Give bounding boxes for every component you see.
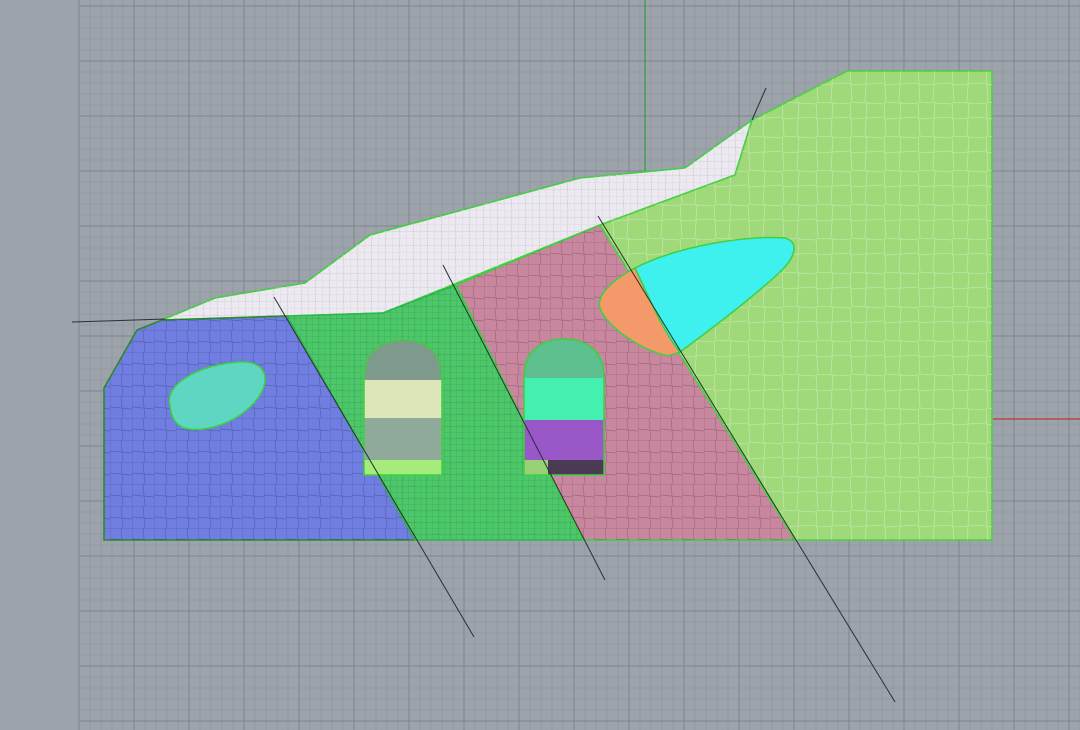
- modeling-viewport[interactable]: [0, 0, 1080, 730]
- tunnel-left[interactable]: [363, 339, 443, 476]
- viewport-canvas[interactable]: [0, 0, 1080, 730]
- tunnel-right[interactable]: [523, 338, 605, 476]
